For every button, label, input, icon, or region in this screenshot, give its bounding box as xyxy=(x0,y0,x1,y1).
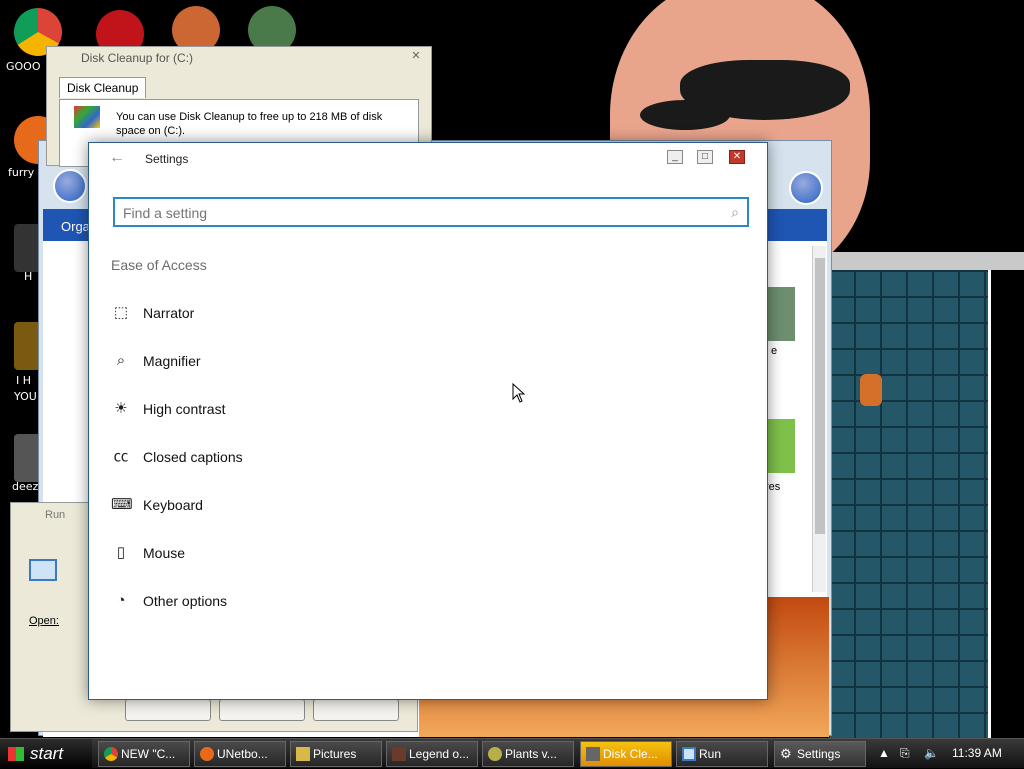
window-title: Disk Cleanup for (C:) xyxy=(81,51,194,65)
cancel-button[interactable] xyxy=(219,699,305,721)
taskbar-item-legend[interactable]: Legend o... xyxy=(386,741,478,767)
show-hidden-icons-icon[interactable]: ▲ xyxy=(878,746,890,760)
taskbar-item-unetbootin[interactable]: UNetbo... xyxy=(194,741,286,767)
folder-icon xyxy=(296,747,310,761)
thumbnail-label: e xyxy=(771,345,778,357)
taskbar-item-settings[interactable]: ⚙ Settings xyxy=(774,741,866,767)
desktop-icon-label: GOOO xyxy=(6,60,41,73)
closed-captions-icon: ㏄ xyxy=(113,448,129,465)
settings-window[interactable]: ← Settings _ □ ✕ ⌕ Ease of Access ⬚ Narr… xyxy=(88,142,768,700)
settings-item-closed-captions[interactable]: ㏄ Closed captions xyxy=(111,439,511,487)
ok-button[interactable] xyxy=(125,699,211,721)
run-icon xyxy=(682,747,696,761)
keyboard-icon: ⌨ xyxy=(111,496,133,513)
game-icon xyxy=(392,747,406,761)
system-tray: ▲ ⎘ 🔈 11:39 AM xyxy=(874,739,1024,769)
start-label: start xyxy=(30,744,64,763)
network-icon[interactable]: ⎘ xyxy=(900,746,910,761)
thumbnail[interactable] xyxy=(765,287,795,341)
settings-item-label: Narrator xyxy=(143,305,195,321)
thumbnail[interactable] xyxy=(765,419,795,473)
taskbar-item-chrome[interactable]: NEW "C... xyxy=(98,741,190,767)
settings-titlebar: ← Settings _ □ ✕ xyxy=(89,143,767,175)
magnifier-icon: ⌕ xyxy=(116,352,126,369)
settings-item-magnifier[interactable]: ⌕ Magnifier xyxy=(111,343,511,391)
taskbar-item-label: Legend o... xyxy=(409,747,470,761)
run-icon xyxy=(29,559,57,581)
taskbar-item-label: Disk Cle... xyxy=(603,747,658,761)
window-title: Run xyxy=(45,509,66,521)
windows-logo-icon xyxy=(8,747,24,761)
wallpaper-shadow xyxy=(640,100,730,130)
close-button[interactable]: ✕ xyxy=(729,150,745,164)
settings-item-other-options[interactable]: ◔ Other options xyxy=(111,583,511,631)
settings-item-label: Magnifier xyxy=(143,353,201,369)
settings-item-label: Closed captions xyxy=(143,449,243,465)
game-character xyxy=(860,374,882,406)
taskbar-item-label: UNetbo... xyxy=(217,747,268,761)
game-map xyxy=(828,270,988,738)
tab-disk-cleanup[interactable]: Disk Cleanup xyxy=(59,77,147,98)
desktop-icon-label: deez xyxy=(12,480,39,493)
clock[interactable]: 11:39 AM xyxy=(952,746,1002,760)
search-icon[interactable]: ⌕ xyxy=(731,204,739,221)
browse-button[interactable] xyxy=(313,699,399,721)
taskbar-item-plants[interactable]: Plants v... xyxy=(482,741,574,767)
maximize-button[interactable]: □ xyxy=(697,150,713,164)
desktop-icon-label: furry xyxy=(8,166,35,179)
taskbar-item-label: Run xyxy=(699,747,722,761)
taskbar-item-disk-cleanup[interactable]: Disk Cle... xyxy=(580,741,672,767)
taskbar-item-pictures[interactable]: Pictures xyxy=(290,741,382,767)
settings-item-high-contrast[interactable]: ☀ High contrast xyxy=(111,391,511,439)
desktop-icon-label: YOU xyxy=(14,390,37,403)
open-label: Open: xyxy=(29,615,59,627)
mouse-pointer-icon xyxy=(512,383,526,403)
back-icon[interactable] xyxy=(53,169,87,203)
window-title: Settings xyxy=(145,152,189,166)
taskbar: start NEW "C... UNetbo... Pictures Legen… xyxy=(0,738,1024,769)
desktop-icon-label: I H xyxy=(16,374,32,387)
start-button[interactable]: start xyxy=(0,739,92,769)
search-input[interactable] xyxy=(123,203,713,223)
taskbar-item-label: Plants v... xyxy=(505,747,557,761)
search-box[interactable]: ⌕ xyxy=(113,197,749,227)
taskbar-item-run[interactable]: Run xyxy=(676,741,768,767)
section-heading: Ease of Access xyxy=(111,257,207,273)
settings-gear-icon: ⚙ xyxy=(780,746,792,761)
organize-button[interactable]: Orga xyxy=(61,219,90,234)
taskbar-item-label: Pictures xyxy=(313,747,357,761)
desktop: GOOO furry H I H YOU deez Orga e res Dis… xyxy=(0,0,1024,738)
game-side-panel xyxy=(988,270,1024,738)
disk-cleanup-message: You can use Disk Cleanup to free up to 2… xyxy=(116,111,383,137)
taskbar-item-label: NEW "C... xyxy=(121,747,176,761)
settings-item-label: High contrast xyxy=(143,401,226,417)
settings-item-label: Keyboard xyxy=(143,497,203,513)
settings-item-keyboard[interactable]: ⌨ Keyboard xyxy=(111,487,511,535)
game-window[interactable] xyxy=(828,252,1024,738)
settings-item-mouse[interactable]: ▯ Mouse xyxy=(111,535,511,583)
close-icon[interactable]: ✕ xyxy=(407,49,425,63)
other-options-icon: ◔ xyxy=(116,592,126,609)
plants-icon xyxy=(488,747,502,761)
settings-item-label: Mouse xyxy=(143,545,186,561)
explorer-scrollbar[interactable] xyxy=(812,246,826,592)
minimize-button[interactable]: _ xyxy=(667,150,683,164)
volume-icon[interactable]: 🔈 xyxy=(924,746,939,760)
disk-cleanup-icon xyxy=(586,747,600,761)
settings-list: ⬚ Narrator ⌕ Magnifier ☀ High contrast ㏄… xyxy=(111,295,511,631)
settings-item-label: Other options xyxy=(143,593,228,609)
scrollbar-thumb[interactable] xyxy=(815,258,825,534)
settings-item-narrator[interactable]: ⬚ Narrator xyxy=(111,295,511,343)
chrome-icon xyxy=(104,747,118,761)
back-arrow-icon[interactable]: ← xyxy=(109,149,125,167)
unetbootin-icon xyxy=(200,747,214,761)
disk-cleanup-icon xyxy=(74,106,100,128)
narrator-icon: ⬚ xyxy=(113,304,129,321)
mouse-icon: ▯ xyxy=(116,544,126,561)
taskbar-item-label: Settings xyxy=(797,747,841,761)
desktop-icon-label: H xyxy=(24,270,33,283)
favorites-star-icon[interactable] xyxy=(789,171,823,205)
brightness-icon: ☀ xyxy=(114,400,128,417)
